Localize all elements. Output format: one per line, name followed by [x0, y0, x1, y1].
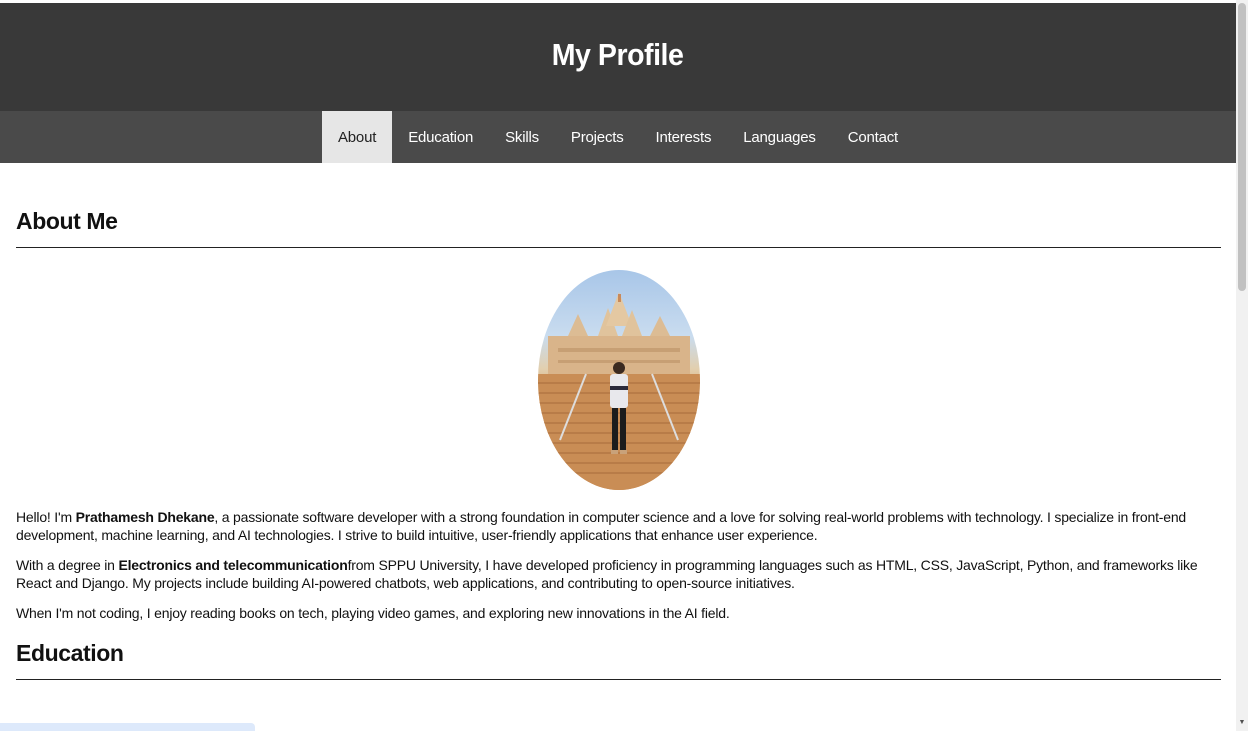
about-paragraph-education: With a degree in Electronics and telecom…: [16, 557, 1198, 591]
site-title: My Profile: [552, 37, 684, 72]
nav-link-interests[interactable]: Interests: [640, 111, 728, 163]
nav-link-skills[interactable]: Skills: [489, 111, 555, 163]
about-degree: Electronics and telecommunication: [118, 557, 348, 573]
profile-photo-wrap: [16, 270, 1221, 490]
about-name: Prathamesh Dhekane: [75, 509, 215, 525]
nav-link-projects[interactable]: Projects: [555, 111, 640, 163]
main-content: About Me Hello! I'm Prathamesh Dhekane, …: [0, 163, 1236, 680]
vertical-scrollbar[interactable]: ▼: [1236, 0, 1248, 731]
about-paragraph-hobbies: When I'm not coding, I enjoy reading boo…: [16, 605, 730, 621]
scroll-down-arrow-icon[interactable]: ▼: [1236, 719, 1248, 727]
profile-photo: [537, 270, 700, 490]
about-section: About Me Hello! I'm Prathamesh Dhekane, …: [16, 163, 1221, 622]
nav-link-languages[interactable]: Languages: [727, 111, 831, 163]
education-section: Education: [16, 634, 1221, 680]
scrollbar-thumb[interactable]: [1238, 3, 1246, 291]
status-bubble: [0, 723, 255, 731]
education-heading-wrap: Education: [16, 634, 1221, 680]
site-header: My Profile: [0, 3, 1236, 111]
about-heading: About Me: [16, 208, 1221, 248]
site-nav: About Education Skills Projects Interest…: [0, 111, 1236, 163]
page: My Profile About Education Skills Projec…: [0, 0, 1248, 731]
about-paragraph-intro: Hello! I'm Prathamesh Dhekane, a passion…: [16, 509, 1187, 543]
content-area: My Profile About Education Skills Projec…: [0, 0, 1236, 731]
nav-link-contact[interactable]: Contact: [832, 111, 914, 163]
about-heading-wrap: About Me: [16, 163, 1221, 248]
nav-link-about[interactable]: About: [321, 111, 393, 163]
profile-photo-illustration: [537, 292, 700, 490]
nav-link-education[interactable]: Education: [392, 111, 489, 163]
education-heading: Education: [16, 640, 1221, 680]
